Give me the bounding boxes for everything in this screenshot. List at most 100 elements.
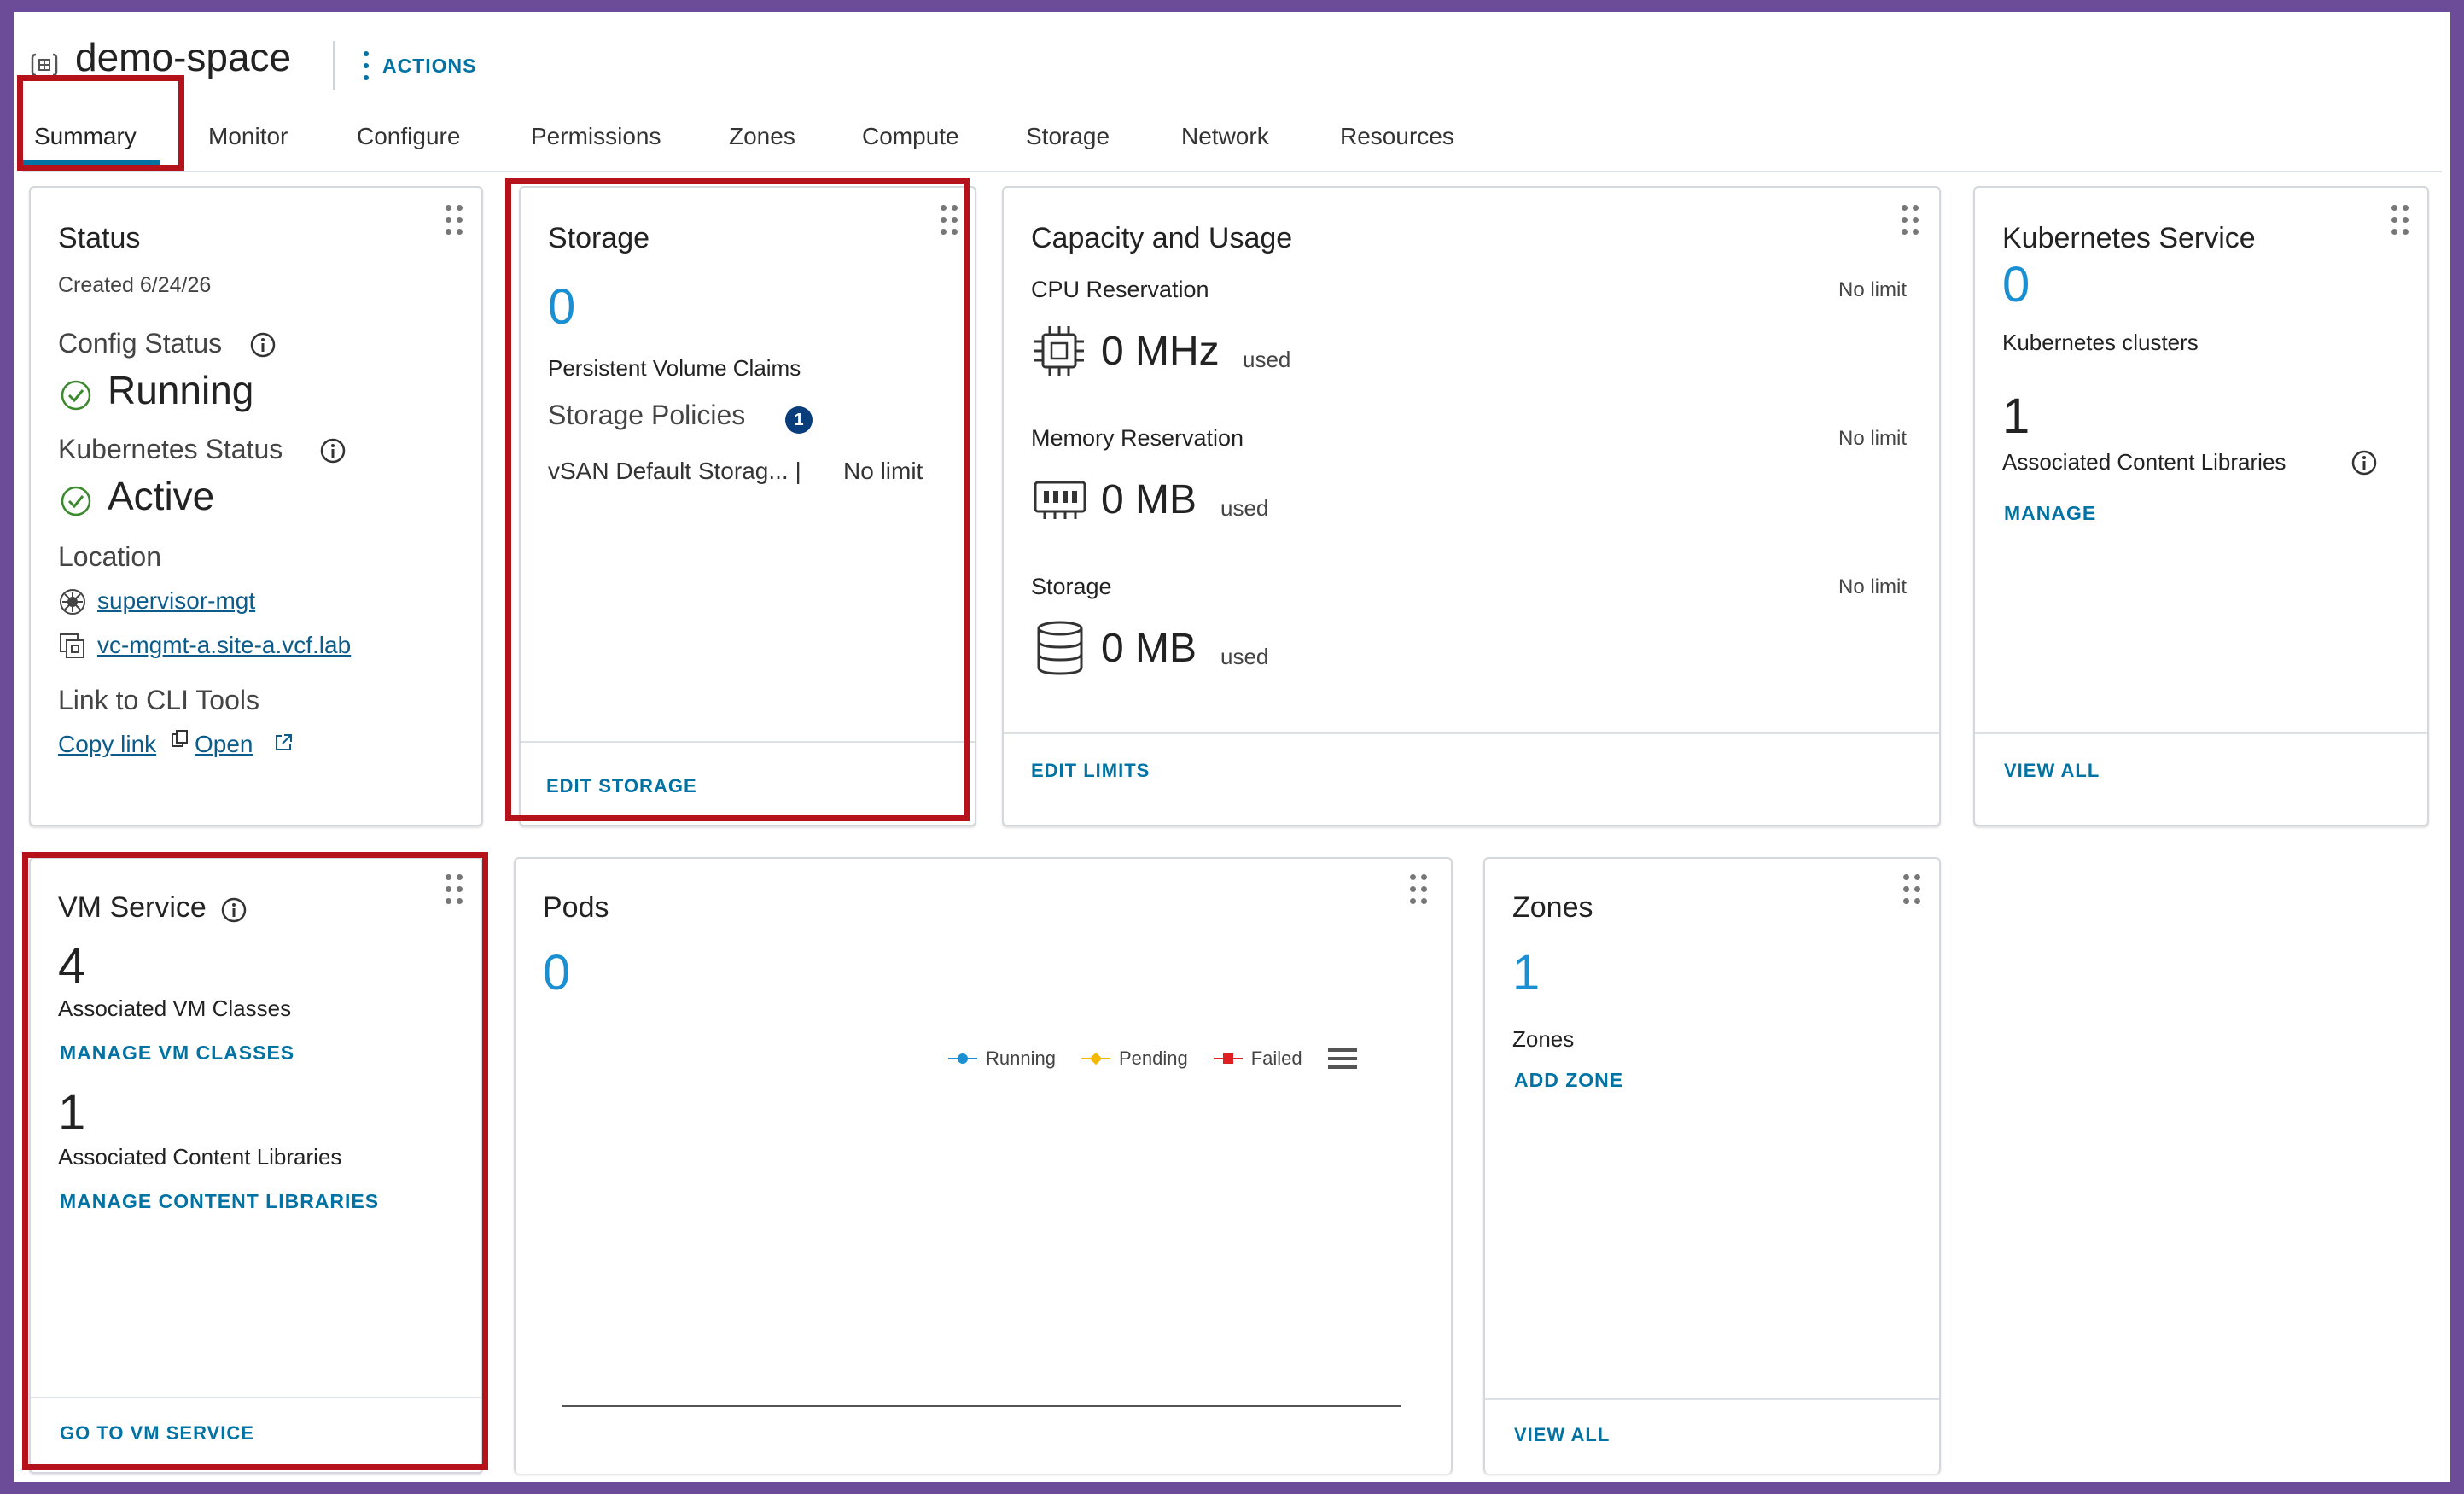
supervisor-icon xyxy=(60,589,85,615)
memory-value: 0 MB xyxy=(1101,477,1197,522)
tab-permissions[interactable]: Permissions xyxy=(531,123,661,150)
info-icon[interactable] xyxy=(220,896,248,924)
zones-card: Zones 1 Zones ADD ZONE VIEW ALL xyxy=(1483,857,1941,1474)
edit-limits-button[interactable]: EDIT LIMITS xyxy=(1031,760,1150,782)
status-card: Status Created 6/24/26 Config Status Run… xyxy=(29,186,483,826)
storage-policies-label: Storage Policies xyxy=(548,400,746,430)
k8s-card-footer: VIEW ALL xyxy=(1975,732,2427,825)
location-label: Location xyxy=(58,541,161,572)
storage-card: Storage 0 Persistent Volume Claims Stora… xyxy=(519,186,976,826)
database-icon xyxy=(1037,621,1083,675)
tab-summary[interactable]: Summary xyxy=(34,123,137,150)
memory-icon xyxy=(1034,481,1086,519)
cpu-value: 0 MHz xyxy=(1101,329,1220,374)
view-all-clusters-button[interactable]: VIEW ALL xyxy=(2004,760,2100,782)
screenshot-frame: demo-space ACTIONS Summary Monitor Confi… xyxy=(14,12,2450,1482)
vm-libraries-count: 1 xyxy=(58,1085,86,1141)
k8s-status-label: Kubernetes Status xyxy=(58,434,283,464)
drag-handle-icon[interactable] xyxy=(941,205,961,239)
vcenter-icon xyxy=(60,633,84,658)
drag-handle-icon[interactable] xyxy=(446,874,466,908)
edit-storage-button[interactable]: EDIT STORAGE xyxy=(546,775,697,797)
policy-limit: No limit xyxy=(843,458,923,484)
legend-item-running[interactable]: Running xyxy=(948,1048,1056,1070)
cli-tools-label: Link to CLI Tools xyxy=(58,685,259,715)
pods-card-title: Pods xyxy=(543,891,609,924)
config-status-label: Config Status xyxy=(58,328,223,359)
drag-handle-icon[interactable] xyxy=(1410,874,1430,908)
pvc-label: Persistent Volume Claims xyxy=(548,355,801,381)
actions-menu-button[interactable]: ACTIONS xyxy=(364,46,477,85)
drag-handle-icon[interactable] xyxy=(2391,205,2412,239)
cpu-icon xyxy=(1034,326,1084,376)
go-to-vm-service-button[interactable]: GO TO VM SERVICE xyxy=(60,1422,254,1444)
info-icon[interactable] xyxy=(249,331,277,359)
cpu-limit: No limit xyxy=(1838,278,1908,301)
info-icon[interactable] xyxy=(319,437,347,464)
status-card-title: Status xyxy=(58,222,141,254)
open-cli-link[interactable]: Open xyxy=(195,731,253,758)
tab-compute[interactable]: Compute xyxy=(862,123,959,150)
tab-monitor[interactable]: Monitor xyxy=(208,123,288,150)
manage-content-libraries-button[interactable]: MANAGE CONTENT LIBRARIES xyxy=(60,1190,379,1213)
capacity-card-footer: EDIT LIMITS xyxy=(1004,732,1939,825)
vcenter-link[interactable]: vc-mgmt-a.site-a.vcf.lab xyxy=(97,632,351,659)
active-tab-indicator xyxy=(22,160,160,165)
storage-card-footer: EDIT STORAGE xyxy=(521,741,975,825)
cpu-reservation-label: CPU Reservation xyxy=(1031,277,1209,302)
tab-bar: Summary Monitor Configure Permissions Zo… xyxy=(22,92,2442,172)
manage-libraries-button[interactable]: MANAGE xyxy=(2004,502,2096,525)
tab-network[interactable]: Network xyxy=(1181,123,1269,150)
kubernetes-service-card: Kubernetes Service 0 Kubernetes clusters… xyxy=(1973,186,2429,826)
view-all-zones-button[interactable]: VIEW ALL xyxy=(1514,1424,1610,1446)
k8s-clusters-count[interactable]: 0 xyxy=(2002,256,2030,313)
drag-handle-icon[interactable] xyxy=(1902,205,1922,239)
storage-usage-label: Storage xyxy=(1031,574,1112,599)
add-zone-button[interactable]: ADD ZONE xyxy=(1514,1069,1623,1092)
legend-label-running: Running xyxy=(986,1048,1056,1069)
legend-item-pending[interactable]: Pending xyxy=(1081,1048,1188,1070)
storage-used-label: used xyxy=(1220,644,1269,669)
page-title: demo-space xyxy=(75,35,292,79)
copy-icon[interactable] xyxy=(171,729,189,748)
legend-label-failed: Failed xyxy=(1250,1048,1302,1069)
external-link-icon[interactable] xyxy=(273,732,294,753)
storage-card-title: Storage xyxy=(548,222,650,254)
k8s-libraries-label: Associated Content Libraries xyxy=(2002,449,2286,475)
chart-menu-icon[interactable] xyxy=(1327,1047,1357,1071)
k8s-card-title: Kubernetes Service xyxy=(2002,222,2256,254)
tab-configure[interactable]: Configure xyxy=(357,123,460,150)
k8s-libraries-count: 1 xyxy=(2002,388,2030,444)
zones-card-title: Zones xyxy=(1512,891,1593,924)
manage-vm-classes-button[interactable]: MANAGE VM CLASSES xyxy=(60,1042,294,1065)
storage-limit: No limit xyxy=(1838,575,1908,598)
vm-card-footer: GO TO VM SERVICE xyxy=(31,1397,481,1472)
zones-count[interactable]: 1 xyxy=(1512,944,1540,1001)
k8s-status-value: Active xyxy=(108,474,215,518)
vm-classes-count: 4 xyxy=(58,938,86,994)
tab-resources[interactable]: Resources xyxy=(1340,123,1454,150)
cpu-used-label: used xyxy=(1243,347,1291,372)
supervisor-link[interactable]: supervisor-mgt xyxy=(97,587,255,615)
pods-chart-legend: Running Pending Failed xyxy=(948,1047,1357,1071)
legend-item-failed[interactable]: Failed xyxy=(1213,1048,1302,1070)
policies-count-badge: 1 xyxy=(785,406,813,434)
namespace-icon xyxy=(31,53,58,77)
drag-handle-icon[interactable] xyxy=(446,205,466,239)
page-header: demo-space ACTIONS xyxy=(22,20,2442,90)
legend-label-pending: Pending xyxy=(1118,1048,1188,1069)
tab-storage[interactable]: Storage xyxy=(1026,123,1110,150)
check-circle-icon xyxy=(61,380,91,411)
pods-card: Pods 0 xyxy=(514,857,1453,1474)
info-icon[interactable] xyxy=(2350,449,2378,476)
memory-reservation-label: Memory Reservation xyxy=(1031,425,1244,451)
tab-zones[interactable]: Zones xyxy=(729,123,795,150)
zones-label: Zones xyxy=(1512,1026,1575,1052)
actions-label: ACTIONS xyxy=(382,54,477,77)
check-circle-icon xyxy=(61,486,91,516)
app-window: demo-space ACTIONS Summary Monitor Confi… xyxy=(22,20,2442,1474)
pvc-count[interactable]: 0 xyxy=(548,278,575,336)
copy-link[interactable]: Copy link xyxy=(58,731,156,758)
drag-handle-icon[interactable] xyxy=(1903,874,1924,908)
pods-count[interactable]: 0 xyxy=(543,944,570,1001)
